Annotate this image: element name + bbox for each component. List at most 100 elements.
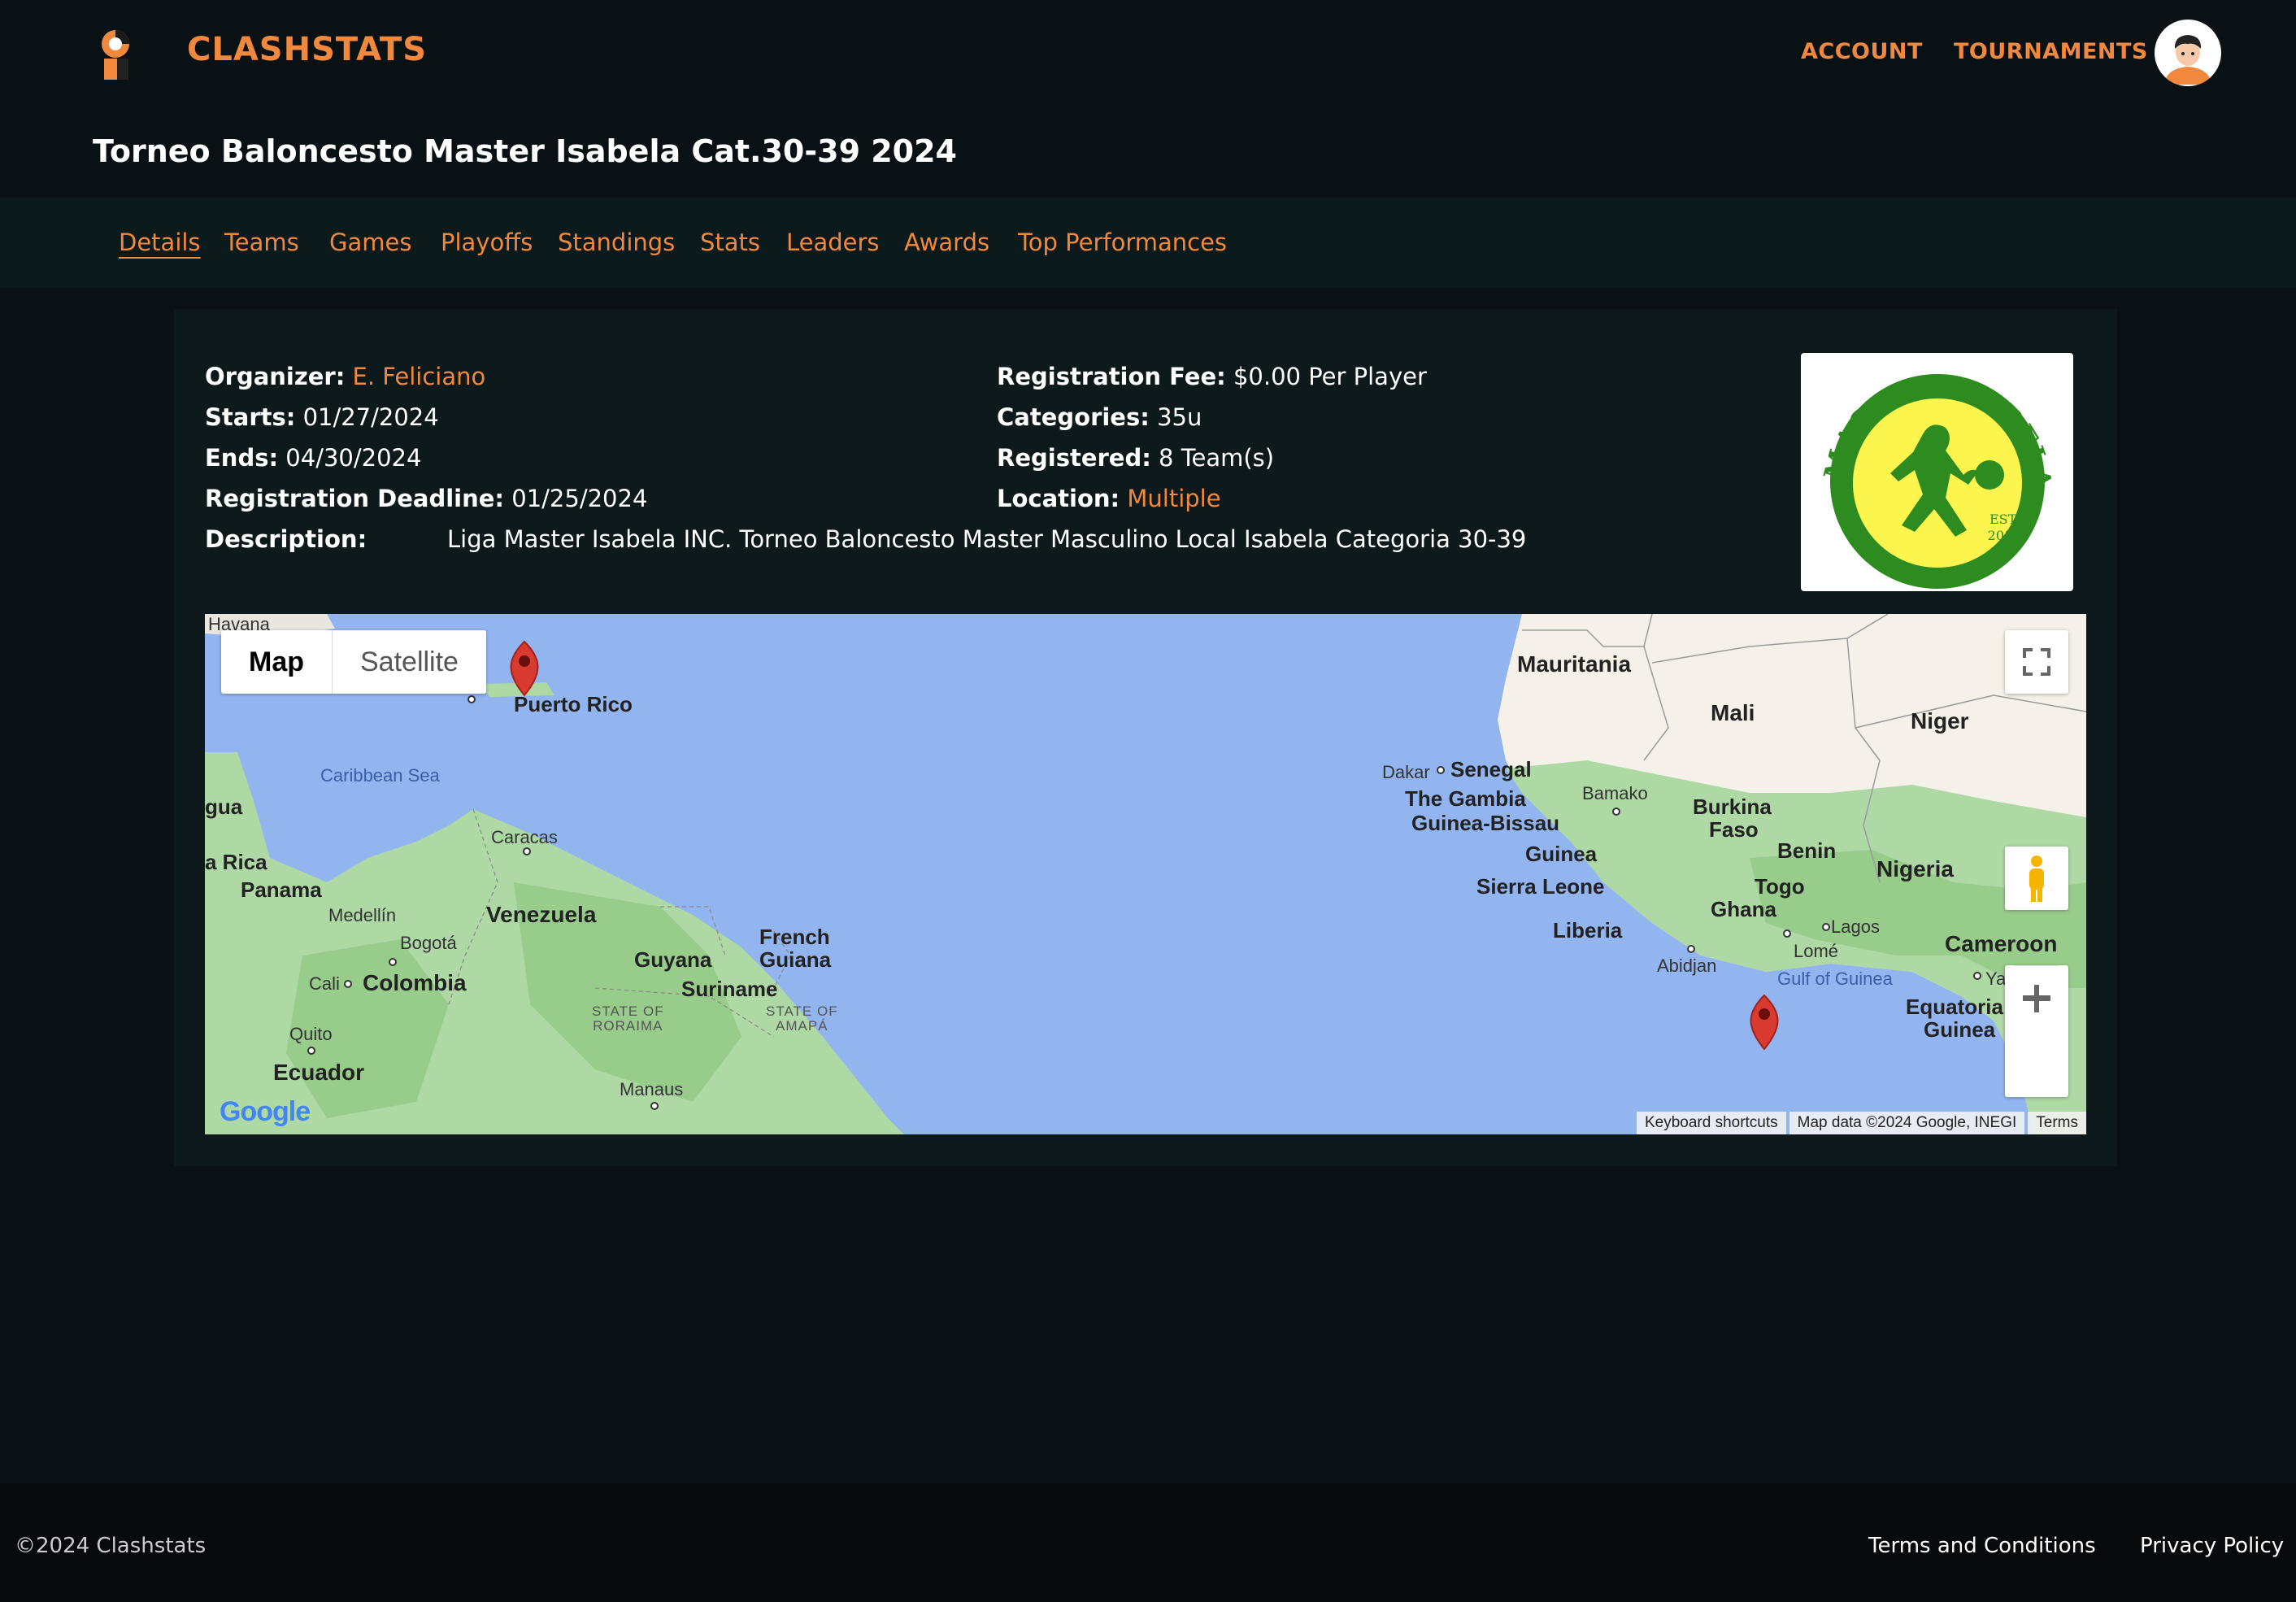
tab-top-performances[interactable]: Top Performances <box>1018 229 1227 256</box>
map-label-benin: Benin <box>1777 838 1837 863</box>
tab-standings[interactable]: Standings <box>558 229 675 256</box>
map-label-french-guiana-2: Guiana <box>759 947 832 972</box>
brand-name[interactable]: CLASHSTATS <box>187 31 427 68</box>
map-label-niger: Niger <box>1911 708 1969 734</box>
map-label-quito: Quito <box>289 1024 333 1044</box>
nav-account[interactable]: ACCOUNT <box>1801 39 1923 64</box>
street-view-pegman-button[interactable] <box>2005 847 2068 910</box>
fullscreen-button[interactable] <box>2005 630 2068 694</box>
footer-privacy-link[interactable]: Privacy Policy <box>2140 1534 2284 1558</box>
deadline-label: Registration Deadline: <box>205 485 505 512</box>
starts-value: 01/27/2024 <box>302 403 439 431</box>
map-label-manaus: Manaus <box>620 1079 684 1099</box>
categories-label: Categories: <box>997 403 1150 431</box>
nav-tournaments[interactable]: TOURNAMENTS <box>1954 39 2148 64</box>
zoom-control <box>2005 965 2068 1097</box>
map-label-gua: gua <box>205 794 243 819</box>
tab-games[interactable]: Games <box>329 229 411 256</box>
map-marker-gulf-of-guinea <box>1750 994 1779 1051</box>
deadline-value: 01/25/2024 <box>511 485 648 512</box>
fee-row: Registration Fee: $0.00 Per Player <box>997 363 1427 390</box>
map-attribution: Keyboard shortcuts Map data ©2024 Google… <box>1633 1112 2086 1134</box>
registered-label: Registered: <box>997 444 1151 472</box>
zoom-out-button[interactable] <box>2005 965 2068 1030</box>
deadline-row: Registration Deadline: 01/25/2024 <box>205 485 647 512</box>
map-label-lome: Lomé <box>1794 941 1839 961</box>
map-label-senegal: Senegal <box>1450 757 1532 781</box>
registered-value: 8 Team(s) <box>1159 444 1275 472</box>
description-value: Liga Master Isabela INC. Torneo Balonces… <box>447 525 1527 553</box>
map-label-sierra-leone: Sierra Leone <box>1476 874 1605 899</box>
map-label-ecuador: Ecuador <box>273 1060 365 1085</box>
map-label-dakar: Dakar <box>1382 762 1430 782</box>
map-label-panama: Panama <box>241 877 322 902</box>
google-logo: Google <box>220 1096 311 1127</box>
map-type-control: Map Satellite <box>221 630 486 694</box>
league-logo: LIGA MASTER ISABELA INC. EST. 2016 <box>1801 353 2073 591</box>
fee-label: Registration Fee: <box>997 363 1226 390</box>
map-label-french-guiana-1: French <box>759 925 830 949</box>
organizer-link[interactable]: E. Feliciano <box>353 363 486 390</box>
registered-row: Registered: 8 Team(s) <box>997 444 1274 472</box>
location-link[interactable]: Multiple <box>1127 485 1220 512</box>
fullscreen-icon <box>2023 648 2050 676</box>
map-label-venezuela: Venezuela <box>486 902 597 927</box>
clashstats-logo-icon[interactable] <box>96 28 138 81</box>
map-terms-link[interactable]: Terms <box>2028 1112 2086 1134</box>
map-label-abidjan: Abidjan <box>1657 956 1717 976</box>
map-label-liberia: Liberia <box>1553 918 1623 942</box>
map-data-credit: Map data ©2024 Google, INEGI <box>1789 1112 2025 1134</box>
ends-row: Ends: 04/30/2024 <box>205 444 421 472</box>
map-label-bogota: Bogotá <box>400 933 457 953</box>
user-avatar[interactable] <box>2155 20 2221 86</box>
map-label-guinea: Guinea <box>1525 842 1598 866</box>
fee-value: $0.00 Per Player <box>1233 363 1427 390</box>
map-label-cameroon: Cameroon <box>1945 931 2058 956</box>
map-label-guyana: Guyana <box>634 947 712 972</box>
map-label-amapa: STATE OF AMAPÁ <box>766 1003 838 1034</box>
tab-playoffs[interactable]: Playoffs <box>441 229 533 256</box>
map-label-cali: Cali <box>309 973 340 994</box>
map-type-satellite-button[interactable]: Satellite <box>332 630 486 694</box>
map-label-caracas: Caracas <box>491 827 558 847</box>
ends-value: 04/30/2024 <box>285 444 422 472</box>
tab-bar: Details Teams Games Playoffs Standings S… <box>0 197 2296 288</box>
league-logo-year: 2016 <box>1988 528 2021 543</box>
map-label-lagos: Lagos <box>1831 916 1880 937</box>
categories-value: 35u <box>1157 403 1202 431</box>
map-label-suriname: Suriname <box>681 977 778 1001</box>
league-logo-image: LIGA MASTER ISABELA INC. EST. 2016 <box>1801 353 2058 589</box>
footer-terms-link[interactable]: Terms and Conditions <box>1868 1534 2096 1558</box>
map-label-togo: Togo <box>1755 874 1805 899</box>
tab-teams[interactable]: Teams <box>224 229 299 256</box>
categories-row: Categories: 35u <box>997 403 1202 431</box>
map-label-burkina-1: Burkina <box>1693 794 1772 819</box>
map-label-nigeria: Nigeria <box>1876 856 1954 882</box>
map-label-mauritania: Mauritania <box>1517 651 1632 677</box>
tab-leaders[interactable]: Leaders <box>786 229 880 256</box>
tab-awards[interactable]: Awards <box>904 229 989 256</box>
starts-row: Starts: 01/27/2024 <box>205 403 439 431</box>
location-map[interactable]: Havana Puerto Rico Caribbean Sea gua a R… <box>205 614 2086 1134</box>
footer-copyright: ©2024 Clashstats <box>15 1534 207 1558</box>
organizer-label: Organizer: <box>205 363 346 390</box>
map-label-eq-guinea-1: Equatoria <box>1906 995 2003 1019</box>
map-label-guinea-bissau: Guinea-Bissau <box>1411 811 1560 835</box>
map-label-bamako: Bamako <box>1582 783 1648 803</box>
map-label-caribbean-sea: Caribbean Sea <box>320 765 440 786</box>
location-label: Location: <box>997 485 1120 512</box>
keyboard-shortcuts-link[interactable]: Keyboard shortcuts <box>1636 1112 1786 1134</box>
location-row: Location: Multiple <box>997 485 1221 512</box>
organizer-row: Organizer: E. Feliciano <box>205 363 485 390</box>
page-title: Torneo Baloncesto Master Isabela Cat.30-… <box>93 133 957 169</box>
map-label-burkina-2: Faso <box>1709 817 1759 842</box>
map-type-map-button[interactable]: Map <box>221 630 332 694</box>
map-label-eq-guinea-2: Guinea <box>1924 1017 1996 1042</box>
tab-stats[interactable]: Stats <box>700 229 760 256</box>
tab-details[interactable]: Details <box>119 229 201 256</box>
league-logo-est: EST. <box>1989 512 2019 527</box>
footer: ©2024 Clashstats Terms and Conditions Pr… <box>0 1483 2296 1602</box>
description-label: Description: <box>205 525 367 553</box>
ends-label: Ends: <box>205 444 279 472</box>
map-label-medellin: Medellín <box>328 905 397 925</box>
